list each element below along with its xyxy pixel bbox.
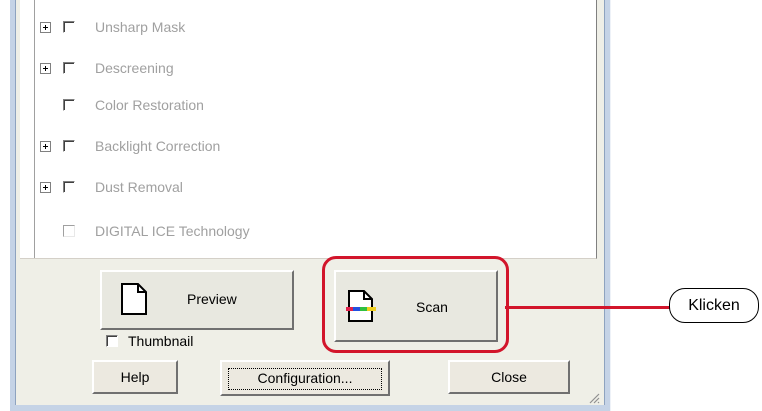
- backlight-correction-checkbox[interactable]: [63, 140, 75, 152]
- help-button[interactable]: Help: [92, 360, 178, 394]
- callout-bubble: Klicken: [669, 288, 759, 323]
- color-restoration-label: Color Restoration: [95, 97, 204, 113]
- unsharp-mask-checkbox[interactable]: [63, 21, 75, 33]
- expand-unsharp-mask-icon[interactable]: [40, 22, 51, 33]
- tree-connector-line: [34, 0, 35, 258]
- expand-backlight-correction-icon[interactable]: [40, 141, 51, 152]
- resize-grip-icon[interactable]: [588, 392, 600, 404]
- help-button-label: Help: [120, 369, 150, 385]
- close-button[interactable]: Close: [448, 360, 570, 394]
- thumbnail-checkbox[interactable]: [106, 335, 118, 347]
- focus-rectangle: [228, 368, 382, 390]
- preview-button-label: Preview: [187, 291, 237, 307]
- window-left-edge: [15, 0, 16, 411]
- thumbnail-label: Thumbnail: [128, 333, 194, 349]
- digital-ice-checkbox[interactable]: [63, 225, 75, 237]
- dust-removal-checkbox[interactable]: [63, 181, 75, 193]
- dust-removal-label: Dust Removal: [95, 179, 183, 195]
- descreening-label: Descreening: [95, 60, 174, 76]
- digital-ice-label: DIGITAL ICE Technology: [95, 223, 250, 239]
- color-restoration-checkbox[interactable]: [63, 99, 75, 111]
- expand-dust-removal-icon[interactable]: [40, 182, 51, 193]
- close-button-label: Close: [491, 369, 527, 385]
- window-right-edge: [604, 0, 605, 411]
- callout-connector: [505, 306, 671, 309]
- expand-descreening-icon[interactable]: [40, 63, 51, 74]
- callout-text: Klicken: [688, 296, 740, 314]
- backlight-correction-label: Backlight Correction: [95, 138, 221, 154]
- window-bottom-border: [10, 405, 610, 411]
- window-right-border: [605, 0, 610, 411]
- descreening-checkbox[interactable]: [63, 62, 75, 74]
- adjustments-panel: [20, 0, 597, 259]
- scan-highlight-frame: [322, 256, 509, 353]
- document-icon: [121, 283, 147, 315]
- unsharp-mask-label: Unsharp Mask: [95, 19, 186, 35]
- preview-button[interactable]: Preview: [100, 270, 294, 330]
